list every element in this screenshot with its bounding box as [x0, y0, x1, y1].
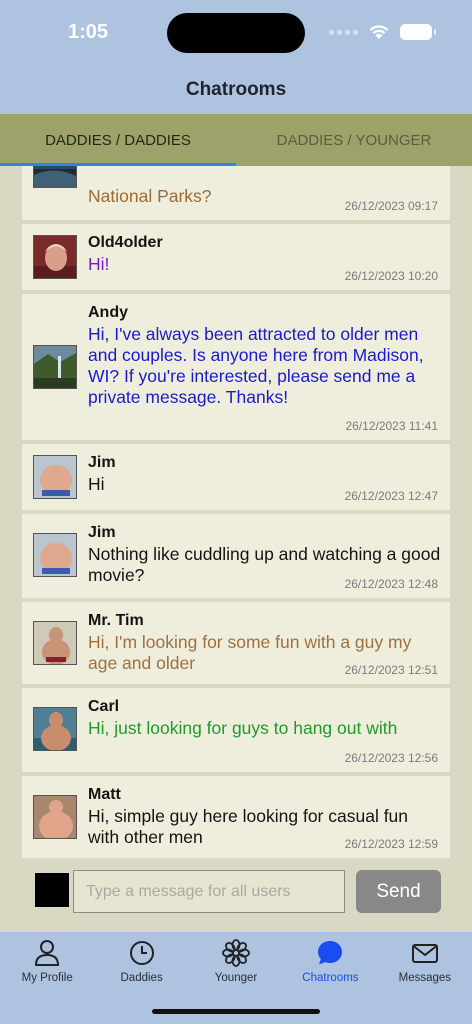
avatar[interactable] [33, 621, 77, 665]
tab-my-profile[interactable]: My Profile [0, 932, 94, 1024]
message-sender: Jim [88, 454, 116, 471]
status-bar: 1:05 [0, 0, 472, 62]
message-timestamp: 26/12/2023 12:56 [344, 751, 438, 765]
message-timestamp: 26/12/2023 09:17 [344, 199, 438, 213]
home-indicator[interactable] [152, 1009, 320, 1014]
message-timestamp: 26/12/2023 12:47 [344, 489, 438, 503]
avatar[interactable] [33, 795, 77, 839]
flower-icon [222, 939, 250, 967]
message-composer: Send [0, 862, 472, 932]
message-card[interactable]: Jim Hi 26/12/2023 12:47 [22, 444, 450, 510]
message-sender: Jim [88, 524, 116, 541]
clock-icon [129, 941, 154, 965]
message-timestamp: 26/12/2023 12:51 [344, 663, 438, 677]
avatar[interactable] [33, 707, 77, 751]
person-icon [35, 940, 60, 966]
message-timestamp: 26/12/2023 12:59 [344, 837, 438, 851]
avatar[interactable] [33, 345, 77, 389]
page-title: Chatrooms [185, 79, 287, 100]
tab-label: Younger [214, 972, 258, 984]
avatar[interactable] [33, 166, 77, 188]
battery-icon [400, 24, 436, 40]
avatar[interactable] [33, 455, 77, 499]
tab-label: Daddies [120, 972, 163, 984]
message-sender: Andy [88, 304, 128, 321]
message-sender: Old4older [88, 234, 163, 251]
message-text: Hi, just looking for guys to hang out wi… [88, 718, 398, 738]
message-card[interactable]: Matt Hi, simple guy here looking for cas… [22, 776, 450, 858]
message-card[interactable]: National Parks? 26/12/2023 09:17 [22, 166, 450, 220]
message-sender: Carl [88, 698, 120, 715]
message-timestamp: 26/12/2023 11:41 [345, 419, 438, 433]
tab-label: My Profile [21, 972, 73, 984]
message-input[interactable] [73, 870, 345, 913]
tab-label: Chatrooms [302, 972, 359, 984]
wifi-icon [369, 25, 389, 39]
tab-daddies-daddies[interactable]: DADDIES / DADDIES [0, 114, 236, 166]
message-card[interactable]: Jim Nothing like cuddling up and watchin… [22, 514, 450, 598]
tab-messages[interactable]: Messages [378, 932, 472, 1024]
message-text: Hi, I've always been attracted to older … [88, 324, 424, 407]
text-color-picker[interactable] [35, 873, 69, 907]
message-card[interactable]: Mr. Tim Hi, I'm looking for some fun wit… [22, 602, 450, 684]
avatar[interactable] [33, 533, 77, 577]
message-card[interactable]: Carl Hi, just looking for guys to hang o… [22, 688, 450, 772]
chat-bubble-icon [318, 941, 343, 965]
dynamic-island [167, 13, 305, 53]
avatar[interactable] [33, 235, 77, 279]
message-sender: Matt [88, 786, 121, 803]
envelope-icon [411, 944, 438, 963]
chatroom-tabs: DADDIES / DADDIES DADDIES / YOUNGER [0, 114, 472, 166]
status-icons [329, 24, 436, 40]
message-list[interactable]: National Parks? 26/12/2023 09:17 Old4old… [0, 166, 472, 862]
message-card[interactable]: Andy Hi, I've always been attracted to o… [22, 294, 450, 440]
message-timestamp: 26/12/2023 12:48 [344, 577, 438, 591]
send-button[interactable]: Send [356, 870, 441, 913]
navigation-bar: Chatrooms [0, 62, 472, 114]
tab-daddies-younger[interactable]: DADDIES / YOUNGER [236, 114, 472, 166]
message-timestamp: 26/12/2023 10:20 [344, 269, 438, 283]
tab-label: Messages [398, 972, 452, 984]
signal-icon [329, 29, 358, 35]
message-sender: Mr. Tim [88, 612, 144, 629]
message-card[interactable]: Old4older Hi! 26/12/2023 10:20 [22, 224, 450, 290]
status-time: 1:05 [68, 21, 109, 43]
